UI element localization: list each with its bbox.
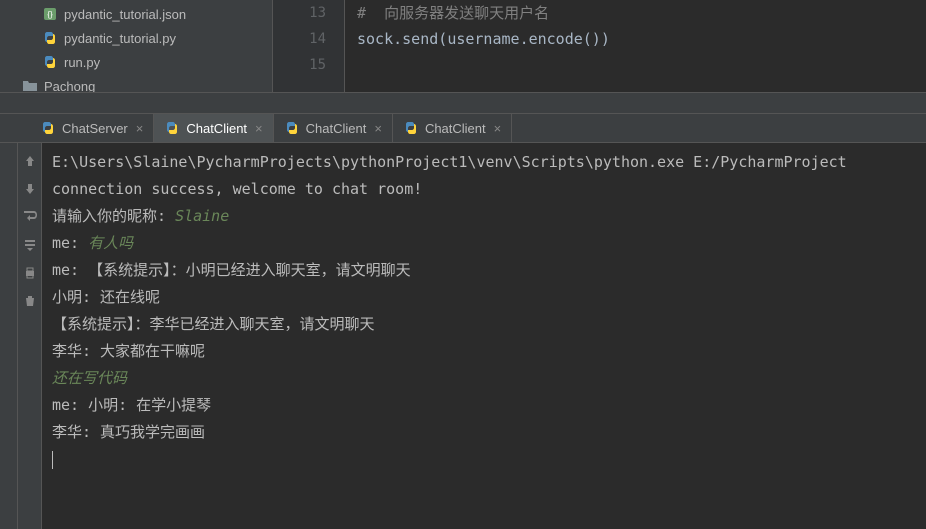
file-label: pydantic_tutorial.json <box>64 7 186 22</box>
tab-label: ChatServer <box>62 121 128 136</box>
line-number: 15 <box>273 52 326 78</box>
panel-divider[interactable] <box>0 92 926 114</box>
tool-column <box>0 143 18 529</box>
python-file-icon <box>42 30 58 46</box>
python-file-icon <box>403 120 419 136</box>
run-tab[interactable]: ChatClient × <box>393 114 512 142</box>
python-file-icon <box>42 54 58 70</box>
console-output[interactable]: E:\Users\Slaine\PycharmProjects\pythonPr… <box>42 143 926 529</box>
line-number: 13 <box>273 0 326 26</box>
console-line: me: 【系统提示】：小明已经进入聊天室，请文明聊天 <box>52 257 916 284</box>
file-tree[interactable]: {} pydantic_tutorial.json pydantic_tutor… <box>0 0 273 92</box>
console-line: me: 小明: 在学小提琴 <box>52 392 916 419</box>
run-tab[interactable]: ChatServer × <box>30 114 154 142</box>
console-line: 【系统提示】：李华已经进入聊天室，请文明聊天 <box>52 311 916 338</box>
arrow-down-icon[interactable] <box>22 181 38 197</box>
soft-wrap-icon[interactable] <box>22 209 38 225</box>
json-file-icon: {} <box>42 6 58 22</box>
text-cursor <box>52 451 53 469</box>
tab-label: ChatClient <box>425 121 486 136</box>
tab-label: ChatClient <box>186 121 247 136</box>
scroll-to-end-icon[interactable] <box>22 237 38 253</box>
run-tab[interactable]: ChatClient × <box>154 114 273 142</box>
line-number: 14 <box>273 26 326 52</box>
code-area[interactable]: # 向服务器发送聊天用户名 sock.send(username.encode(… <box>345 0 926 92</box>
folder-icon <box>22 78 38 92</box>
close-icon[interactable]: × <box>494 121 502 136</box>
python-file-icon <box>284 120 300 136</box>
file-item-py[interactable]: run.py <box>0 50 272 74</box>
code-editor[interactable]: 13 14 15 # 向服务器发送聊天用户名 sock.send(usernam… <box>273 0 926 92</box>
console-line: connection success, welcome to chat room… <box>52 176 916 203</box>
arrow-up-icon[interactable] <box>22 153 38 169</box>
close-icon[interactable]: × <box>374 121 382 136</box>
tab-label: ChatClient <box>306 121 367 136</box>
file-item-folder[interactable]: Pachong <box>0 74 272 92</box>
file-label: Pachong <box>44 79 95 93</box>
run-tabs: ChatServer×ChatClient×ChatClient×ChatCli… <box>0 114 926 143</box>
python-file-icon <box>164 120 180 136</box>
print-icon[interactable] <box>22 265 38 281</box>
python-file-icon <box>40 120 56 136</box>
svg-text:{}: {} <box>47 10 53 19</box>
close-icon[interactable]: × <box>255 121 263 136</box>
file-label: run.py <box>64 55 100 70</box>
console-line: E:\Users\Slaine\PycharmProjects\pythonPr… <box>52 149 916 176</box>
console-line: me: 有人吗 <box>52 230 916 257</box>
file-item-py[interactable]: pydantic_tutorial.py <box>0 26 272 50</box>
trash-icon[interactable] <box>22 293 38 309</box>
console-line: 请输入你的昵称: Slaine <box>52 203 916 230</box>
code-comment: # 向服务器发送聊天用户名 <box>357 4 549 22</box>
console-line: 小明: 还在线呢 <box>52 284 916 311</box>
file-item-json[interactable]: {} pydantic_tutorial.json <box>0 2 272 26</box>
line-gutter: 13 14 15 <box>273 0 345 92</box>
console-line: 李华: 大家都在干嘛呢 <box>52 338 916 365</box>
console-line: 还在写代码 <box>52 365 916 392</box>
console-line: 李华: 真巧我学完画画 <box>52 419 916 446</box>
run-tab[interactable]: ChatClient × <box>274 114 393 142</box>
action-column <box>18 143 42 529</box>
file-label: pydantic_tutorial.py <box>64 31 176 46</box>
close-icon[interactable]: × <box>136 121 144 136</box>
